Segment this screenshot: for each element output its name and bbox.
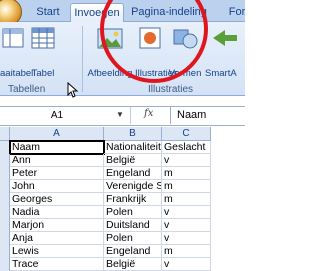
- column-header-c[interactable]: C: [162, 127, 211, 141]
- table-cell[interactable]: Anja: [10, 232, 104, 245]
- pivot-table-label: aaitabel: [0, 68, 34, 79]
- row-header[interactable]: [0, 219, 10, 232]
- table-cell[interactable]: v: [162, 154, 211, 167]
- table-cell[interactable]: Frankrijk: [104, 193, 162, 206]
- table-cell[interactable]: m: [162, 180, 211, 193]
- smartart-button[interactable]: SmartA: [205, 22, 245, 82]
- table-cell[interactable]: v: [162, 219, 211, 232]
- table-cell[interactable]: Engeland: [104, 245, 162, 258]
- table-cell[interactable]: Naam: [9, 140, 105, 155]
- table-cell[interactable]: Duitsland: [104, 219, 162, 232]
- row-header[interactable]: [0, 232, 10, 245]
- table-cell[interactable]: Polen: [104, 232, 162, 245]
- row-header[interactable]: [0, 258, 10, 271]
- table-cell[interactable]: België: [104, 154, 162, 167]
- formula-bar: A1 ▼ fx Naam: [0, 106, 245, 126]
- table-button[interactable]: Tabel: [26, 22, 60, 82]
- select-all-corner[interactable]: [0, 127, 10, 141]
- table-cell[interactable]: Nationaliteit: [104, 141, 162, 154]
- row-header[interactable]: [0, 141, 10, 154]
- mouse-cursor-icon: [67, 82, 79, 98]
- column-header-b[interactable]: B: [104, 127, 162, 141]
- table-cell[interactable]: Trace: [10, 258, 104, 271]
- table-cell[interactable]: v: [162, 232, 211, 245]
- table-cell[interactable]: Ann: [10, 154, 104, 167]
- table-cell[interactable]: John: [10, 180, 104, 193]
- row-header[interactable]: [0, 167, 10, 180]
- table-cell[interactable]: m: [162, 167, 211, 180]
- pivot-table-button[interactable]: aaitabel: [0, 22, 34, 82]
- table-cell[interactable]: Nadia: [10, 206, 104, 219]
- row-header[interactable]: [0, 193, 10, 206]
- table-cell[interactable]: m: [162, 245, 211, 258]
- table-cell[interactable]: Verenigde S: [104, 180, 162, 193]
- row-header[interactable]: [0, 206, 10, 219]
- table-cell[interactable]: Peter: [10, 167, 104, 180]
- table-cell[interactable]: Geslacht: [162, 141, 211, 154]
- group-separator: [82, 26, 83, 92]
- name-box[interactable]: A1: [2, 108, 112, 123]
- row-header[interactable]: [0, 180, 10, 193]
- table-icon: [31, 27, 55, 49]
- table-cell[interactable]: Georges: [10, 193, 104, 206]
- row-header[interactable]: [0, 154, 10, 167]
- table-cell[interactable]: Lewis: [10, 245, 104, 258]
- table-cell[interactable]: Engeland: [104, 167, 162, 180]
- group-label-tabellen: Tabellen: [8, 84, 46, 95]
- group-label-illustraties: Illustraties: [148, 84, 194, 95]
- table-cell[interactable]: België: [104, 258, 162, 271]
- tab-start[interactable]: Start: [28, 3, 68, 21]
- formula-input[interactable]: Naam: [170, 107, 252, 124]
- name-box-dropdown-icon[interactable]: ▼: [116, 110, 124, 119]
- smartart-label: SmartA: [205, 68, 237, 79]
- divider: [130, 107, 131, 124]
- table-label: Tabel: [31, 68, 55, 79]
- smartart-icon: [213, 30, 237, 46]
- table-cell[interactable]: Marjon: [10, 219, 104, 232]
- table-cell[interactable]: Polen: [104, 206, 162, 219]
- table-cell[interactable]: v: [162, 206, 211, 219]
- table-cell[interactable]: v: [162, 258, 211, 271]
- tab-formules[interactable]: For: [222, 3, 252, 21]
- insert-function-icon[interactable]: fx: [144, 108, 153, 119]
- table-cell[interactable]: m: [162, 193, 211, 206]
- column-header-a[interactable]: A: [10, 127, 104, 141]
- pivot-table-icon: [2, 28, 24, 48]
- row-header[interactable]: [0, 245, 10, 258]
